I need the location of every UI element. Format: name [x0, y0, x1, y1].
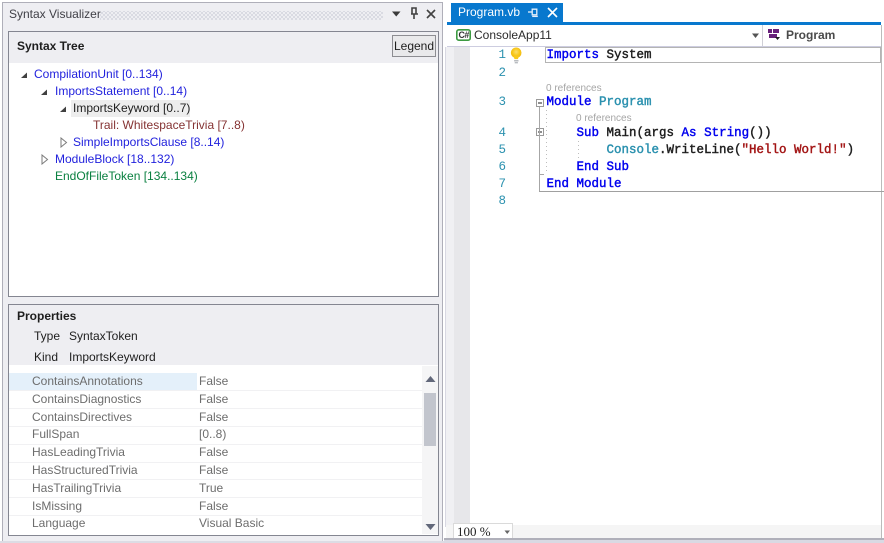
svg-text:C#: C# [458, 30, 469, 40]
